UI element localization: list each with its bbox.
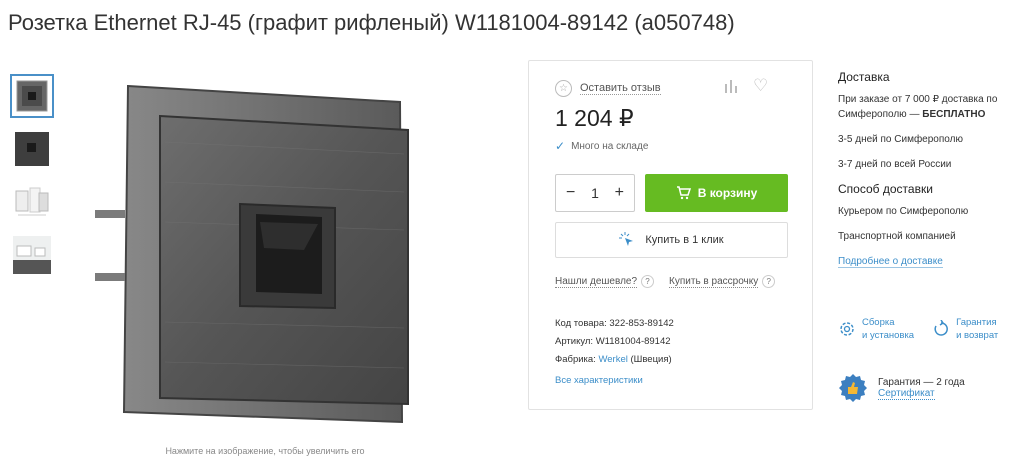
cart-icon bbox=[676, 186, 691, 200]
code-value: 322-853-89142 bbox=[609, 318, 674, 329]
free-delivery-note: При заказе от 7 000 ₽ доставка по Симфер… bbox=[838, 92, 1018, 122]
cart-button-label: В корзину bbox=[697, 186, 758, 200]
article-label: Артикул: bbox=[555, 336, 594, 347]
certificate-link[interactable]: Сертификат bbox=[878, 388, 935, 400]
qty-value[interactable]: 1 bbox=[591, 185, 599, 201]
delivery-method-heading: Способ доставки bbox=[838, 182, 933, 196]
quantity-stepper: − 1 + bbox=[555, 174, 635, 212]
found-cheaper-link[interactable]: Нашли дешевле? bbox=[555, 276, 638, 289]
thumbnail-socket-interior[interactable] bbox=[10, 233, 54, 277]
cursor-click-icon bbox=[619, 232, 634, 246]
page-title: Розетка Ethernet RJ-45 (графит рифленый)… bbox=[8, 10, 735, 35]
qty-plus-button[interactable]: + bbox=[615, 184, 624, 202]
delivery-panel: Доставка При заказе от 7 000 ₽ доставка … bbox=[838, 70, 1018, 269]
thumbnail-list bbox=[10, 74, 56, 286]
return-arrow-icon bbox=[934, 320, 949, 336]
delivery-details-link[interactable]: Подробнее о доставке bbox=[838, 256, 943, 268]
code-label: Код товара: bbox=[555, 318, 607, 329]
add-to-cart-button[interactable]: В корзину bbox=[645, 174, 788, 212]
qty-minus-button[interactable]: − bbox=[566, 184, 575, 202]
image-zoom-hint: Нажмите на изображение, чтобы увеличить … bbox=[165, 446, 365, 456]
assembly-line2: и установка bbox=[862, 330, 915, 341]
russia-delivery-days: 3-7 дней по всей России bbox=[838, 159, 952, 170]
return-line1: Гарантия bbox=[956, 317, 997, 328]
compare-icon[interactable] bbox=[723, 78, 739, 99]
assembly-service[interactable]: Сборка и установка bbox=[838, 316, 914, 342]
factory-label: Фабрика: bbox=[555, 354, 596, 365]
services-row: Сборка и установка Гарантия и возврат bbox=[838, 316, 998, 342]
extra-links: Нашли дешевле?? Купить в рассрочку? bbox=[555, 275, 776, 289]
all-specs-link[interactable]: Все характеристики bbox=[555, 375, 643, 386]
stock-status: ✓ Много на складе bbox=[555, 139, 648, 153]
delivery-heading: Доставка bbox=[838, 70, 890, 84]
thumbnail-socket-dark[interactable] bbox=[10, 127, 54, 171]
help-icon[interactable]: ? bbox=[762, 275, 776, 288]
leave-review-link[interactable]: Оставить отзыв bbox=[580, 82, 661, 95]
transport-option: Транспортной компанией bbox=[838, 231, 956, 242]
warranty-text: Гарантия — 2 года bbox=[878, 377, 965, 388]
assembly-line1: Сборка bbox=[862, 317, 895, 328]
city-delivery-days: 3-5 дней по Симферополю bbox=[838, 134, 963, 145]
thumbs-up-badge-icon bbox=[839, 374, 867, 402]
installment-link[interactable]: Купить в рассрочку bbox=[669, 276, 759, 289]
oneclick-label: Купить в 1 клик bbox=[645, 234, 724, 246]
product-main-image[interactable] bbox=[90, 72, 435, 437]
buy-one-click-button[interactable]: Купить в 1 клик bbox=[555, 222, 788, 258]
star-icon: ☆ bbox=[555, 80, 572, 97]
check-icon: ✓ bbox=[555, 139, 566, 153]
favorite-heart-icon[interactable]: ♡ bbox=[753, 76, 768, 96]
factory-link[interactable]: Werkel bbox=[598, 354, 627, 365]
help-icon[interactable]: ? bbox=[641, 275, 655, 288]
warranty-return-service[interactable]: Гарантия и возврат bbox=[932, 316, 998, 342]
courier-option: Курьером по Симферополю bbox=[838, 206, 969, 217]
free-delivery-bold: БЕСПЛАТНО bbox=[922, 109, 986, 120]
spec-summary: Код товара: 322-853-89142 Артикул: W1181… bbox=[555, 315, 674, 369]
article-value: W1181004-89142 bbox=[595, 336, 671, 347]
thumbnail-socket-front[interactable] bbox=[10, 74, 54, 118]
product-price: 1 204 ₽ bbox=[555, 105, 634, 131]
review-row[interactable]: ☆ Оставить отзыв bbox=[555, 80, 661, 97]
buy-box: ☆ Оставить отзыв ♡ 1 204 ₽ ✓ Много на ск… bbox=[528, 60, 813, 410]
stock-text: Много на складе bbox=[571, 140, 649, 152]
gear-icon bbox=[840, 322, 854, 336]
return-line2: и возврат bbox=[956, 330, 999, 341]
warranty-block: Гарантия — 2 года Сертификат bbox=[838, 373, 965, 403]
thumbnail-socket-exploded[interactable] bbox=[10, 180, 54, 224]
country-value: (Швеция) bbox=[630, 354, 672, 365]
